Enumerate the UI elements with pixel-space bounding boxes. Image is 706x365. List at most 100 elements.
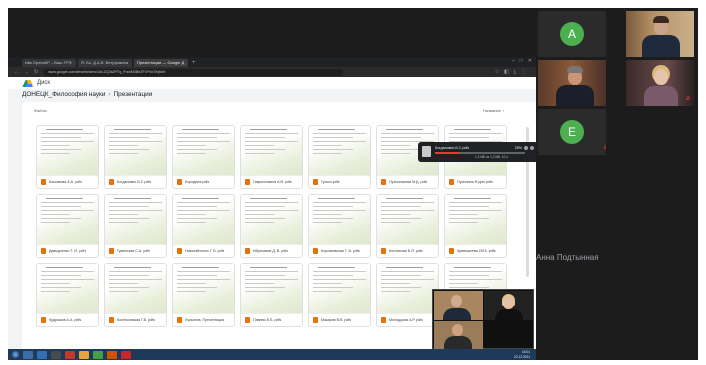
overlay-video-3 [434, 321, 483, 349]
video-overlay-thumbnails [432, 289, 534, 349]
taskbar-app-folder-icon[interactable] [79, 350, 89, 359]
file-card[interactable]: Костюковская Г.В. pdfs [104, 263, 167, 327]
extension-icon[interactable]: ◧ [504, 69, 509, 75]
taskbar-app-chrome-icon[interactable] [93, 350, 103, 359]
file-thumbnail [105, 126, 166, 176]
download-popup: Богданович В.С.pdfs 28% 1,2 МБ из 1,2 МБ… [418, 142, 536, 162]
pdf-icon [109, 248, 114, 254]
file-card[interactable]: Лукьянов. Презентация [172, 263, 235, 327]
file-name: Николайченко Г. В. pdfs [185, 249, 225, 253]
file-card[interactable]: Павлюк Е.Б. pdfs [240, 263, 303, 327]
file-name: Лукьянов. Презентация [185, 318, 225, 322]
file-card-footer: Кудряшов А.А. pdfs [37, 313, 98, 326]
disk-header: Диск [8, 77, 536, 89]
participant-tile-video-1[interactable] [626, 11, 694, 57]
mic-off-icon: ⌀ [603, 144, 606, 151]
file-card-footer: Макаров В.В. pdfs [309, 313, 370, 326]
file-card[interactable]: Молодцова А.Р. pdfs [376, 263, 439, 327]
file-card[interactable]: Давыдченко Т. И. pdf's [36, 194, 99, 258]
menu-icon[interactable]: ⋮ [521, 69, 526, 75]
file-name: Гаврилочкина А.В. pdfs [253, 180, 292, 184]
browser-tab-3[interactable]: Презентации — Google Д [134, 59, 188, 67]
forward-icon[interactable]: → [24, 69, 29, 75]
file-card[interactable]: Богданович В.С pdfs [104, 125, 167, 189]
browser-tabbar: Ивк ОрениКР – Ваш ТРФ Я. Бо. Д.А.В. Ветр… [8, 57, 536, 67]
browser-tab-1[interactable]: Ивк ОрениКР – Ваш ТРФ [22, 59, 76, 67]
taskbar-app-pdf-icon[interactable] [121, 350, 131, 359]
file-card-footer: Гаврилочкина А.В. pdfs [241, 175, 302, 188]
file-card[interactable]: Кривошеева 2015 .pdfs [444, 194, 507, 258]
file-name: Макаров В.В. pdfs [321, 318, 352, 322]
file-thumbnail [445, 195, 506, 245]
pause-icon[interactable] [524, 146, 528, 150]
file-card-footer: Пузынина Ф.pptx.pdfs [445, 175, 506, 188]
pdf-icon [313, 248, 318, 254]
download-progress [435, 152, 525, 154]
file-card[interactable]: Гаврилочкина А.В. pdfs [240, 125, 303, 189]
pdf-icon [177, 179, 182, 185]
participant-tile-e[interactable]: E ⌀ [538, 109, 606, 155]
browser-tab-2[interactable]: Я. Бо. Д.А.В. Ветрушкина [78, 59, 132, 67]
participant-tile-a[interactable]: A [538, 11, 606, 57]
file-card[interactable]: Макаров В.В. pdfs [308, 263, 371, 327]
close-icon[interactable]: ✕ [528, 58, 532, 64]
taskbar-app-media-icon[interactable] [51, 350, 61, 359]
pdf-icon [109, 317, 114, 323]
file-card[interactable]: Ибрагимов Д. В. pdfs [240, 194, 303, 258]
back-icon[interactable]: ← [14, 69, 19, 75]
bookmark-icon[interactable]: ☆ [495, 69, 499, 75]
file-card-footer: Кривошеева 2015 .pdfs [445, 244, 506, 257]
file-name: Кудряшов А.А. pdfs [49, 318, 82, 322]
reload-icon[interactable]: ↻ [34, 69, 38, 75]
taskbar-app-yandex-icon[interactable] [65, 350, 75, 359]
download-status: 1,2 МБ из 1,2 МБ, 10 с [475, 155, 508, 159]
download-progress-fill [435, 152, 461, 154]
taskbar-app-office-icon[interactable] [107, 350, 117, 359]
pdf-icon [245, 248, 250, 254]
file-name: Давыдченко Т. И. pdf's [49, 249, 87, 253]
file-card[interactable]: Баскакова А.А. pdfs [36, 125, 99, 189]
system-tray: 14:01 22.12.2021 [514, 350, 530, 359]
pdf-icon [449, 179, 454, 185]
file-name: Корсаковская Т. В. pdfs [321, 249, 360, 253]
taskbar-app-explorer-icon[interactable] [23, 350, 33, 359]
pdf-icon [449, 248, 454, 254]
taskbar-app-ie-icon[interactable] [37, 350, 47, 359]
clock-date: 22.12.2021 [514, 354, 530, 359]
breadcrumb-current[interactable]: Презентации [114, 91, 153, 98]
file-card[interactable]: Корсаковская Т. В. pdfs [308, 194, 371, 258]
start-button[interactable] [12, 351, 19, 358]
pdf-icon [313, 179, 318, 185]
file-name: Пузынникова М.Д. pdfs [389, 180, 428, 184]
address-bar[interactable]: www.google.com/drive/folders/1IkLZQ2s2PT… [43, 68, 344, 76]
file-name: Павлюк Е.Б. pdfs [253, 318, 282, 322]
file-name: Гуменская С.А. pdfs [117, 249, 151, 253]
participant-tile-video-3[interactable]: ⌀ [626, 60, 694, 106]
file-thumbnail [377, 264, 438, 314]
file-thumbnail [309, 264, 370, 314]
file-card-footer: Николайченко Г. В. pdfs [173, 244, 234, 257]
new-tab-icon[interactable]: + [192, 59, 196, 67]
maximize-icon[interactable]: □ [520, 58, 523, 64]
download-icon[interactable]: ⤓ [514, 69, 516, 75]
participant-tile-video-2[interactable] [538, 60, 606, 106]
file-card[interactable]: Бородина.pdfs [172, 125, 235, 189]
file-card[interactable]: Кудряшов А.А. pdfs [36, 263, 99, 327]
minimize-icon[interactable]: – [512, 58, 515, 64]
file-card-footer: Гусько.pdfs [309, 175, 370, 188]
file-card-footer: Корсаковская Т. В. pdfs [309, 244, 370, 257]
file-card[interactable]: Гусько.pdfs [308, 125, 371, 189]
window-controls: – □ ✕ [512, 58, 532, 64]
file-card-footer: Бородина.pdfs [173, 175, 234, 188]
file-card[interactable]: Николайченко Г. В. pdfs [172, 194, 235, 258]
pdf-icon [381, 248, 386, 254]
conference-frame: Ивк ОрениКР – Ваш ТРФ Я. Бо. Д.А.В. Ветр… [8, 8, 698, 360]
file-thumbnail [241, 195, 302, 245]
file-card[interactable]: Колчанова Б.Я. pdfs [376, 194, 439, 258]
cancel-icon[interactable] [530, 146, 534, 150]
pdf-icon [41, 317, 46, 323]
breadcrumb: ДОНЕЦК_Философия науки › Презентации [22, 91, 152, 98]
sort-control[interactable]: Название ↑ [483, 108, 504, 113]
file-card[interactable]: Гуменская С.А. pdfs [104, 194, 167, 258]
breadcrumb-folder[interactable]: ДОНЕЦК_Философия науки [22, 91, 105, 98]
